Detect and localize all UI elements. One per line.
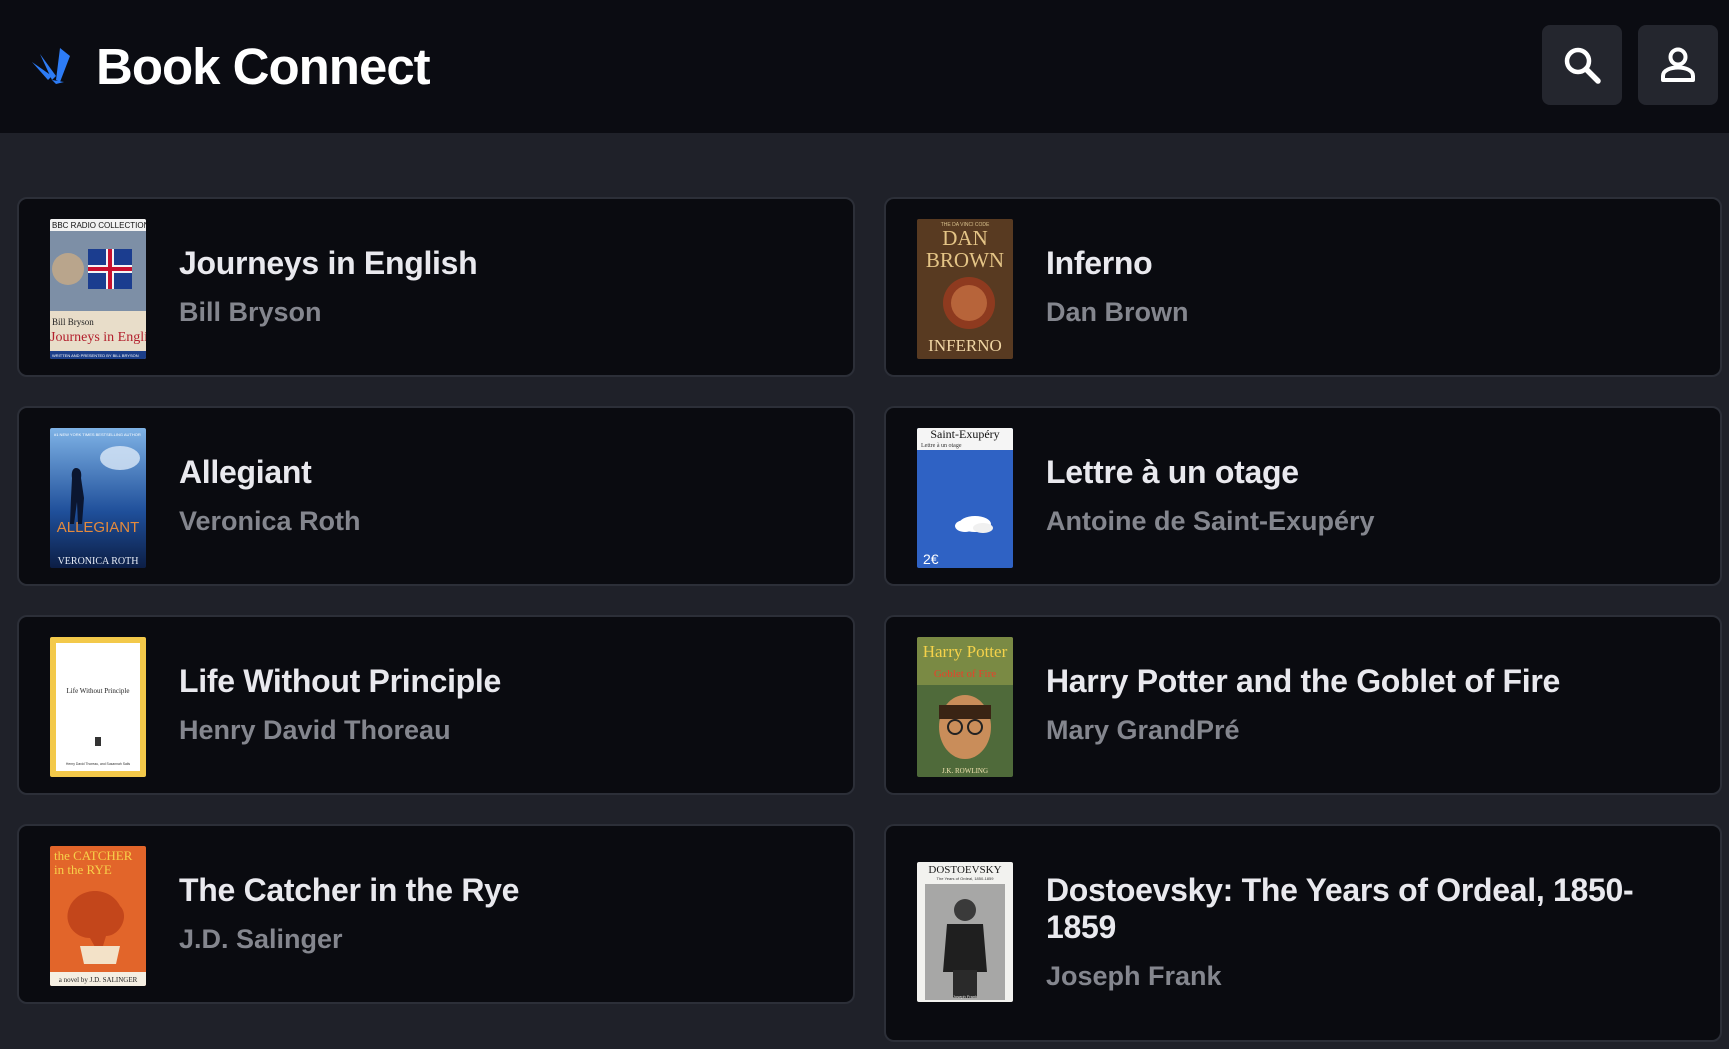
book-card[interactable]: Saint-Exupéry Lettre à un otage 2€ Lettr… <box>884 406 1722 586</box>
book-card[interactable]: BBC RADIO COLLECTION Bill Bryson Journey… <box>17 197 855 377</box>
book-card[interactable]: #1 NEW YORK TIMES BESTSELLING AUTHOR ALL… <box>17 406 855 586</box>
svg-text:Saint-Exupéry: Saint-Exupéry <box>930 428 999 441</box>
book-cover: the CATCHER in the RYE a novel by J.D. S… <box>50 846 146 986</box>
app-header: Book Connect <box>0 0 1729 133</box>
svg-text:DOSTOEVSKY: DOSTOEVSKY <box>928 864 1001 876</box>
book-cover: DOSTOEVSKY The Years of Ordeal, 1850-185… <box>917 862 1013 1002</box>
book-title: Inferno <box>1046 245 1153 281</box>
svg-text:the CATCHER: the CATCHER <box>54 848 133 863</box>
book-author: Bill Bryson <box>179 297 322 327</box>
book-card[interactable]: DOSTOEVSKY The Years of Ordeal, 1850-185… <box>884 824 1722 1042</box>
svg-text:#1 NEW YORK TIMES BESTSELLING: #1 NEW YORK TIMES BESTSELLING AUTHOR <box>54 432 141 437</box>
book-connect-logo-icon <box>32 48 70 84</box>
svg-text:Lettre à un otage: Lettre à un otage <box>921 443 962 449</box>
book-card[interactable]: Life Without Principle Henry David Thore… <box>17 615 855 795</box>
book-title: Journeys in English <box>179 245 478 281</box>
book-title: Dostoevsky: The Years of Ordeal, 1850-18… <box>1046 872 1634 945</box>
book-author: Antoine de Saint-Exupéry <box>1046 506 1375 536</box>
svg-text:WRITTEN AND PRESENTED BY BILL: WRITTEN AND PRESENTED BY BILL BRYSON <box>52 353 139 358</box>
book-author: Henry David Thoreau <box>179 715 451 745</box>
svg-text:Life Without Principle: Life Without Principle <box>67 687 130 695</box>
brand[interactable]: Book Connect <box>30 36 431 96</box>
svg-text:INFERNO: INFERNO <box>928 336 1002 355</box>
svg-text:The Years of Ordeal, 1850-1859: The Years of Ordeal, 1850-1859 <box>937 876 995 881</box>
svg-text:VERONICA ROTH: VERONICA ROTH <box>58 556 139 567</box>
book-card[interactable]: Harry Potter Goblet of Fire J.K. ROWLING… <box>884 615 1722 795</box>
book-title: The Catcher in the Rye <box>179 872 520 908</box>
book-cover: THE DA VINCI CODE DAN BROWN INFERNO <box>917 219 1013 359</box>
svg-text:BROWN: BROWN <box>926 248 1004 272</box>
book-author: Mary GrandPré <box>1046 715 1240 745</box>
svg-text:DAN: DAN <box>942 226 988 250</box>
svg-text:a novel by J.D. SALINGER: a novel by J.D. SALINGER <box>59 976 138 984</box>
book-title: Harry Potter and the Goblet of Fire <box>1046 663 1561 699</box>
svg-text:Journeys in English: Journeys in English <box>50 330 146 345</box>
app-title: Book Connect <box>96 37 431 95</box>
book-title: Lettre à un otage <box>1046 454 1299 490</box>
book-author: Dan Brown <box>1046 297 1189 327</box>
book-list: BBC RADIO COLLECTION Bill Bryson Journey… <box>0 133 1729 1049</box>
svg-text:Henry David Thoreau, and Susan: Henry David Thoreau, and Susannah Sails <box>66 762 131 766</box>
book-cover: Harry Potter Goblet of Fire J.K. ROWLING <box>917 637 1013 777</box>
book-author: Joseph Frank <box>1046 961 1222 991</box>
svg-text:in the RYE: in the RYE <box>54 862 112 877</box>
account-icon <box>1661 47 1695 82</box>
svg-text:BBC RADIO COLLECTION: BBC RADIO COLLECTION <box>52 221 146 230</box>
search-icon <box>1564 47 1601 84</box>
svg-text:Goblet of Fire: Goblet of Fire <box>934 668 996 680</box>
book-author: J.D. Salinger <box>179 924 343 954</box>
search-button[interactable] <box>1542 25 1622 105</box>
book-card[interactable]: the CATCHER in the RYE a novel by J.D. S… <box>17 824 855 1004</box>
book-cover: Life Without Principle Henry David Thore… <box>50 637 146 777</box>
book-title: Allegiant <box>179 454 312 490</box>
book-cover: Saint-Exupéry Lettre à un otage 2€ <box>917 428 1013 568</box>
svg-text:ALLEGIANT: ALLEGIANT <box>57 519 140 536</box>
svg-text:Bill Bryson: Bill Bryson <box>52 317 94 327</box>
account-button[interactable] <box>1638 25 1718 105</box>
svg-text:Joseph Frank: Joseph Frank <box>953 994 977 999</box>
svg-text:J.K. ROWLING: J.K. ROWLING <box>942 767 988 775</box>
book-author: Veronica Roth <box>179 506 361 536</box>
book-cover: BBC RADIO COLLECTION Bill Bryson Journey… <box>50 219 146 359</box>
book-cover: #1 NEW YORK TIMES BESTSELLING AUTHOR ALL… <box>50 428 146 568</box>
book-title: Life Without Principle <box>179 663 501 699</box>
svg-text:2€: 2€ <box>923 551 939 567</box>
book-card[interactable]: THE DA VINCI CODE DAN BROWN INFERNO Infe… <box>884 197 1722 377</box>
svg-text:Harry Potter: Harry Potter <box>923 642 1008 661</box>
